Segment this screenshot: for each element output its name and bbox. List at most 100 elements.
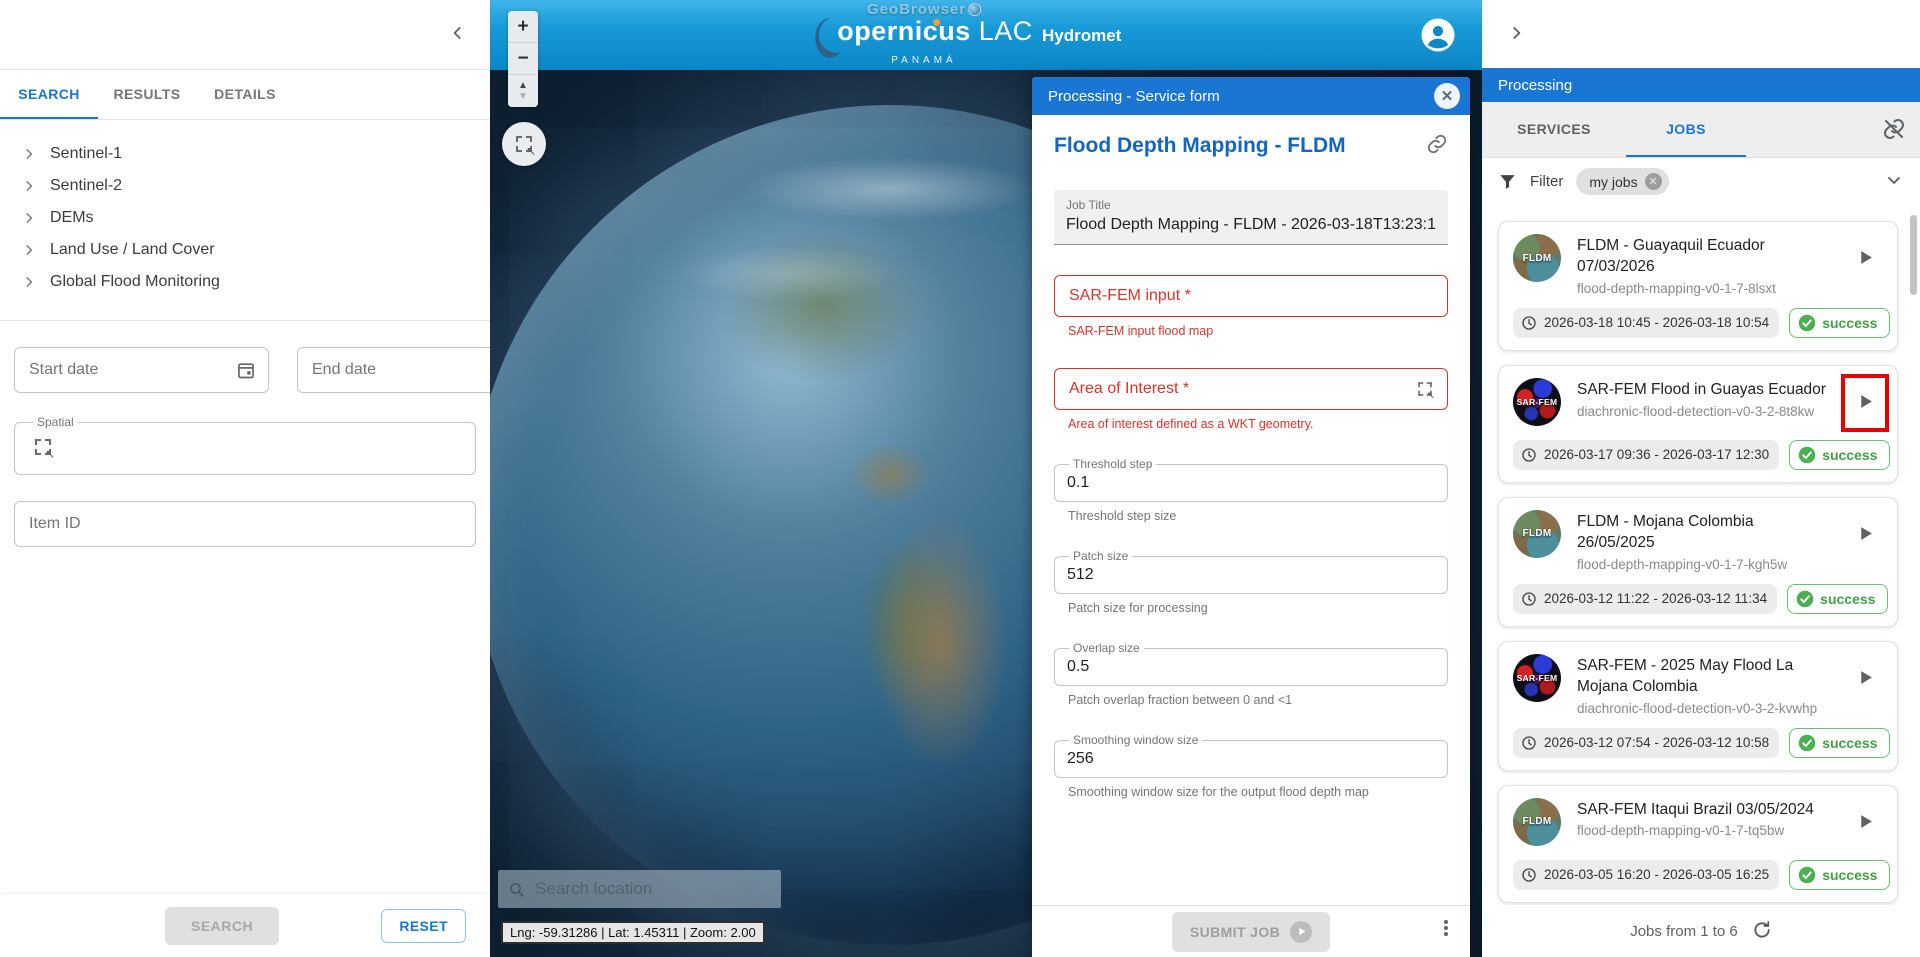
overlap-size-value[interactable]: 0.5 bbox=[1067, 658, 1435, 676]
job-title: FLDM - Guayaquil Ecuador 07/03/2026 bbox=[1577, 237, 1765, 275]
smoothing-window-helper: Smoothing window size for the output flo… bbox=[1068, 785, 1369, 799]
draw-aoi-button[interactable] bbox=[502, 122, 546, 166]
check-circle-icon bbox=[1798, 314, 1816, 332]
coordinates-status-bar: Lng: -59.31286 | Lat: 1.45311 | Zoom: 2.… bbox=[501, 921, 765, 944]
chevron-down-icon[interactable] bbox=[1884, 170, 1904, 193]
job-card[interactable]: FLDM FLDM - Guayaquil Ecuador 07/03/2026… bbox=[1498, 221, 1898, 351]
threshold-step-field[interactable]: Threshold step 0.1 bbox=[1054, 457, 1448, 502]
job-id: diachronic-flood-detection-v0-3-2-8t8kw bbox=[1577, 403, 1815, 419]
user-avatar-icon[interactable] bbox=[1420, 17, 1456, 53]
overlap-size-label: Overlap size bbox=[1073, 641, 1140, 655]
item-id-input[interactable] bbox=[29, 515, 461, 533]
run-job-icon[interactable] bbox=[1857, 669, 1874, 689]
tree-item-dems[interactable]: DEMs bbox=[22, 202, 490, 234]
item-id-field[interactable] bbox=[14, 501, 476, 547]
job-play-wrap bbox=[1845, 654, 1885, 704]
job-time-chip: 2026-03-05 16:20 - 2026-03-05 16:25 bbox=[1513, 859, 1780, 890]
run-job-icon[interactable] bbox=[1857, 393, 1874, 413]
job-title-value[interactable]: Flood Depth Mapping - FLDM - 2026-03-18T… bbox=[1066, 216, 1436, 234]
job-card[interactable]: FLDM FLDM - Mojana Colombia 26/05/2025 f… bbox=[1498, 496, 1898, 627]
tab-details[interactable]: DETAILS bbox=[196, 70, 294, 119]
tree-item-sentinel-1[interactable]: Sentinel-1 bbox=[22, 138, 490, 170]
search-button[interactable]: SEARCH bbox=[165, 907, 280, 945]
draw-area-icon[interactable] bbox=[35, 439, 55, 461]
area-of-interest-field[interactable]: Area of Interest * bbox=[1054, 368, 1448, 410]
processing-panel-title: Processing bbox=[1482, 68, 1920, 102]
check-circle-icon bbox=[1798, 734, 1816, 751]
chevron-right-icon bbox=[26, 245, 33, 255]
patch-size-field[interactable]: Patch size 512 bbox=[1054, 549, 1448, 594]
run-job-icon[interactable] bbox=[1857, 249, 1874, 269]
job-title: SAR-FEM Itaqui Brazil 03/05/2024 bbox=[1577, 800, 1814, 818]
submit-job-label: SUBMIT JOB bbox=[1189, 923, 1281, 940]
remove-filter-icon[interactable]: ✕ bbox=[1644, 173, 1662, 190]
filter-icon[interactable] bbox=[1498, 172, 1517, 191]
app-name: Hydromet bbox=[1042, 26, 1122, 45]
reset-button[interactable]: RESET bbox=[381, 909, 466, 943]
run-job-icon[interactable] bbox=[1857, 525, 1874, 545]
check-circle-icon bbox=[1798, 866, 1816, 883]
search-icon bbox=[509, 882, 524, 897]
zoom-in-button[interactable]: + bbox=[508, 11, 538, 43]
refresh-icon[interactable] bbox=[1752, 920, 1772, 943]
spatial-field[interactable]: Spatial bbox=[14, 415, 476, 475]
filter-chip-my-jobs[interactable]: my jobs ✕ bbox=[1576, 168, 1669, 195]
job-avatar: FLDM bbox=[1513, 509, 1561, 558]
chevron-right-icon bbox=[26, 213, 33, 223]
chevron-right-icon bbox=[26, 181, 33, 191]
overlap-size-helper: Patch overlap fraction between 0 and <1 bbox=[1068, 693, 1293, 707]
link-icon[interactable] bbox=[1426, 133, 1448, 158]
processing-tabs: SERVICES JOBS bbox=[1482, 102, 1920, 158]
overlap-size-field[interactable]: Overlap size 0.5 bbox=[1054, 641, 1448, 686]
job-play-wrap bbox=[1841, 373, 1889, 432]
job-time-chip: 2026-03-18 10:45 - 2026-03-18 10:54 bbox=[1513, 307, 1780, 338]
job-title-label: Job Title bbox=[1066, 198, 1111, 212]
job-time-chip: 2026-03-12 11:22 - 2026-03-12 11:34 bbox=[1513, 583, 1778, 614]
sar-fem-input-field[interactable]: SAR-FEM input * bbox=[1054, 275, 1448, 317]
collapse-left-panel-icon[interactable] bbox=[444, 20, 472, 48]
form-footer: SUBMIT JOB bbox=[1032, 905, 1470, 957]
logo-text: opernicus LAC bbox=[837, 16, 1033, 46]
tree-item-global-flood-monitoring[interactable]: Global Flood Monitoring bbox=[22, 266, 490, 298]
threshold-step-value[interactable]: 0.1 bbox=[1067, 474, 1435, 492]
location-search-box[interactable] bbox=[498, 870, 781, 908]
job-card[interactable]: SAR-FEM SAR-FEM Flood in Guayas Ecuador … bbox=[1498, 364, 1898, 483]
tab-services[interactable]: SERVICES bbox=[1494, 102, 1614, 157]
end-date-input[interactable] bbox=[312, 361, 519, 379]
tree-item-sentinel-2[interactable]: Sentinel-2 bbox=[22, 170, 490, 202]
job-title-field[interactable]: Job Title Flood Depth Mapping - FLDM - 2… bbox=[1054, 190, 1448, 245]
jobs-footer: Jobs from 1 to 6 bbox=[1482, 905, 1920, 957]
location-search-input[interactable] bbox=[535, 879, 771, 899]
calendar-icon[interactable] bbox=[236, 360, 256, 380]
smoothing-window-field[interactable]: Smoothing window size 256 bbox=[1054, 733, 1448, 778]
zoom-out-button[interactable]: − bbox=[508, 43, 538, 75]
app: SEARCH RESULTS DETAILS Sentinel-1 Sentin… bbox=[0, 0, 1920, 957]
smoothing-window-value[interactable]: 256 bbox=[1067, 750, 1435, 768]
job-avatar: FLDM bbox=[1513, 797, 1561, 846]
patch-size-value[interactable]: 512 bbox=[1067, 566, 1435, 584]
more-options-icon[interactable] bbox=[1444, 920, 1448, 936]
tab-jobs[interactable]: JOBS bbox=[1626, 102, 1746, 157]
tree-item-land-use[interactable]: Land Use / Land Cover bbox=[22, 234, 490, 266]
sar-fem-input-label: SAR-FEM input * bbox=[1069, 287, 1191, 304]
threshold-step-helper: Threshold step size bbox=[1068, 509, 1177, 523]
start-date-input[interactable] bbox=[29, 361, 236, 379]
job-id: flood-depth-mapping-v0-1-7-8lsxt bbox=[1577, 280, 1776, 296]
tilt-toggle-button[interactable]: ▲ ▼ bbox=[508, 75, 538, 107]
tab-search[interactable]: SEARCH bbox=[0, 70, 98, 119]
collapse-right-panel-icon[interactable] bbox=[1502, 20, 1530, 48]
run-job-icon[interactable] bbox=[1857, 813, 1874, 833]
draw-area-icon[interactable] bbox=[1418, 382, 1435, 401]
scrollbar-thumb[interactable] bbox=[1910, 215, 1917, 295]
unlink-icon[interactable] bbox=[1882, 117, 1906, 144]
job-card[interactable]: SAR-FEM SAR-FEM - 2025 May Flood La Moja… bbox=[1498, 640, 1898, 771]
start-date-field[interactable] bbox=[14, 347, 269, 393]
submit-job-button[interactable]: SUBMIT JOB bbox=[1171, 911, 1331, 952]
spatial-label: Spatial bbox=[37, 415, 74, 429]
check-circle-icon bbox=[1796, 590, 1814, 607]
jobs-list[interactable]: FLDM FLDM - Guayaquil Ecuador 07/03/2026… bbox=[1482, 205, 1920, 905]
tab-results[interactable]: RESULTS bbox=[98, 70, 196, 119]
job-card[interactable]: FLDM SAR-FEM Itaqui Brazil 03/05/2024 fl… bbox=[1498, 784, 1898, 903]
chevron-right-icon bbox=[26, 277, 33, 287]
close-icon[interactable]: ✕ bbox=[1434, 83, 1460, 109]
